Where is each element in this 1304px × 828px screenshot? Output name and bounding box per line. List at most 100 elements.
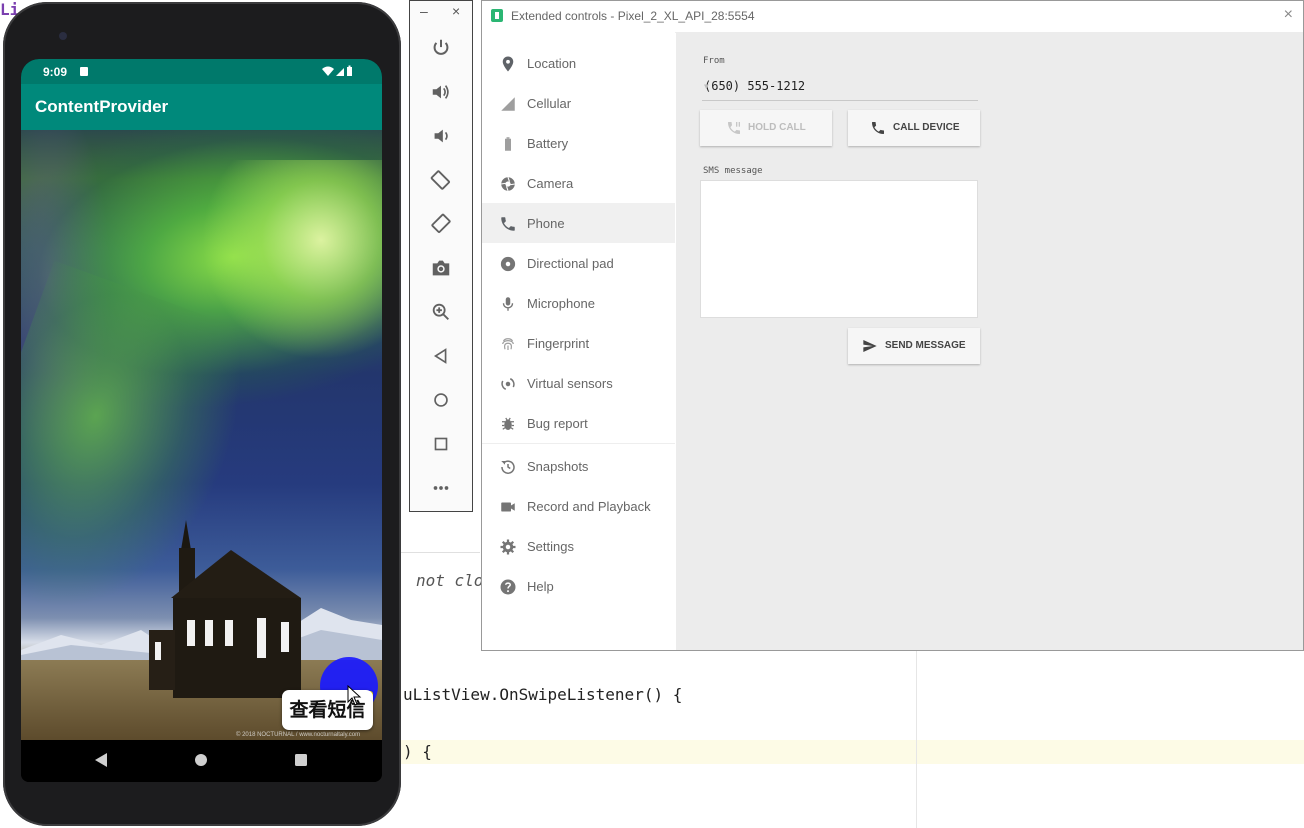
snapshots-icon bbox=[501, 460, 515, 474]
status-time: 9:09 bbox=[43, 65, 68, 79]
chevron-down-icon: ▼ bbox=[704, 82, 709, 91]
sidebar-item-label: Battery bbox=[527, 136, 569, 151]
sidebar-item-microphone[interactable]: Microphone bbox=[482, 283, 675, 323]
sidebar-item-label: Snapshots bbox=[527, 459, 589, 474]
call-device-label: CALL DEVICE bbox=[893, 122, 960, 133]
microphone-icon bbox=[502, 297, 514, 311]
ide-vertical-divider bbox=[916, 650, 917, 828]
sidebar-item-cellular[interactable]: Cellular bbox=[482, 83, 675, 123]
zoom-icon[interactable] bbox=[428, 299, 454, 325]
phone-icon bbox=[872, 122, 884, 134]
camera-icon[interactable] bbox=[428, 255, 454, 281]
send-message-button[interactable]: SEND MESSAGE bbox=[848, 328, 980, 364]
send-icon bbox=[863, 340, 877, 352]
status-bar: 9:09 bbox=[21, 59, 382, 84]
sidebar-item-label: Phone bbox=[527, 216, 565, 231]
ide-separator bbox=[400, 552, 480, 553]
bug-icon bbox=[502, 417, 514, 430]
window-title-bar: Extended controls - Pixel_2_XL_API_28:55… bbox=[482, 1, 1303, 33]
current-line-highlight bbox=[400, 740, 1304, 764]
sidebar-item-label: Record and Playback bbox=[527, 499, 651, 514]
sms-message-label: SMS message bbox=[703, 166, 763, 176]
back-icon[interactable] bbox=[428, 343, 454, 369]
phone-icon bbox=[501, 217, 515, 231]
dpad-icon bbox=[500, 256, 516, 272]
rotate-right-icon[interactable] bbox=[428, 211, 454, 237]
home-nav-icon[interactable] bbox=[191, 750, 211, 770]
overview-nav-icon[interactable] bbox=[291, 750, 311, 770]
window-title: Extended controls - Pixel_2_XL_API_28:55… bbox=[511, 9, 755, 23]
close-emulator-button[interactable]: × bbox=[452, 3, 460, 19]
phone-paused-icon bbox=[728, 122, 740, 134]
sidebar-item-directional-pad[interactable]: Directional pad bbox=[482, 243, 675, 283]
fingerprint-icon bbox=[502, 338, 514, 350]
sidebar-item-label: Help bbox=[527, 579, 554, 594]
phone-frame: 9:09 ContentProvider © 2018 NOCTURNAL / … bbox=[3, 2, 401, 826]
rotate-left-icon[interactable] bbox=[428, 167, 454, 193]
sidebar-item-battery[interactable]: Battery bbox=[482, 123, 675, 163]
call-device-button[interactable]: CALL DEVICE bbox=[848, 110, 980, 146]
app-title: ContentProvider bbox=[35, 97, 169, 116]
sd-card-icon bbox=[80, 67, 88, 76]
sidebar-item-label: Virtual sensors bbox=[527, 376, 613, 391]
sidebar-item-label: Bug report bbox=[527, 416, 588, 431]
code-line: uListView.OnSwipeListener() { bbox=[403, 685, 683, 704]
sidebar-item-label: Directional pad bbox=[527, 256, 614, 271]
sidebar-item-bug-report[interactable]: Bug report bbox=[482, 403, 675, 443]
volume-up-icon[interactable] bbox=[428, 79, 454, 105]
sidebar-item-label: Settings bbox=[527, 539, 574, 554]
sidebar-item-label: Location bbox=[527, 56, 577, 71]
battery-icon bbox=[505, 137, 511, 151]
emulator-toolbar: – × bbox=[409, 0, 473, 512]
minimize-button[interactable]: – bbox=[420, 3, 428, 19]
cellular-icon bbox=[501, 97, 515, 111]
phone-panel: From (650) 555-1212 ▼ HOLD CALL CALL DEV… bbox=[676, 32, 1303, 650]
sensors-icon bbox=[501, 378, 515, 390]
signal-wifi-battery-icon bbox=[322, 65, 362, 80]
power-icon[interactable] bbox=[428, 35, 454, 61]
sidebar-item-location[interactable]: Location bbox=[482, 43, 675, 83]
more-icon[interactable] bbox=[428, 475, 454, 501]
hold-call-button[interactable]: HOLD CALL bbox=[700, 110, 832, 146]
mouse-cursor-icon bbox=[347, 685, 362, 706]
photo-watermark: © 2018 NOCTURNAL / www.nocturnaltaly.com bbox=[236, 732, 361, 738]
sidebar-item-help[interactable]: Help bbox=[482, 566, 675, 606]
sidebar-item-fingerprint[interactable]: Fingerprint bbox=[482, 323, 675, 363]
code-comment: not clo bbox=[416, 571, 484, 590]
code-line: ) { bbox=[403, 742, 432, 761]
home-icon[interactable] bbox=[428, 387, 454, 413]
sidebar-item-virtual-sensors[interactable]: Virtual sensors bbox=[482, 363, 675, 403]
sidebar-item-camera[interactable]: Camera bbox=[482, 163, 675, 203]
from-label: From bbox=[703, 56, 725, 66]
sidebar-item-label: Cellular bbox=[527, 96, 572, 111]
sidebar-item-snapshots[interactable]: Snapshots bbox=[482, 446, 675, 486]
send-message-label: SEND MESSAGE bbox=[885, 340, 966, 351]
phone-screen[interactable]: 9:09 ContentProvider © 2018 NOCTURNAL / … bbox=[21, 59, 382, 782]
sidebar-item-settings[interactable]: Settings bbox=[482, 526, 675, 566]
record-icon bbox=[501, 502, 515, 512]
overview-icon[interactable] bbox=[428, 431, 454, 457]
emulator-app-icon bbox=[491, 9, 503, 22]
volume-down-icon[interactable] bbox=[428, 123, 454, 149]
sidebar-item-label: Microphone bbox=[527, 296, 595, 311]
location-icon bbox=[502, 56, 514, 72]
camera-icon bbox=[501, 177, 515, 191]
aurora-church-image: © 2018 NOCTURNAL / www.nocturnaltaly.com bbox=[21, 130, 382, 740]
extended-controls-window: Extended controls - Pixel_2_XL_API_28:55… bbox=[481, 0, 1304, 651]
extended-controls-sidebar: Location Cellular Battery Camera Phone D… bbox=[482, 32, 675, 650]
help-icon bbox=[500, 579, 516, 595]
front-camera bbox=[59, 32, 67, 40]
nav-bar bbox=[21, 740, 382, 782]
back-nav-icon[interactable] bbox=[91, 750, 111, 770]
sms-message-input[interactable] bbox=[700, 180, 978, 318]
sidebar-divider bbox=[482, 443, 675, 444]
sidebar-item-record-and-playback[interactable]: Record and Playback bbox=[482, 486, 675, 526]
sidebar-item-phone[interactable]: Phone bbox=[482, 203, 675, 243]
hold-call-label: HOLD CALL bbox=[748, 122, 806, 133]
close-window-button[interactable]: × bbox=[1284, 6, 1293, 24]
settings-icon bbox=[500, 539, 516, 555]
app-bar: ContentProvider bbox=[21, 84, 382, 130]
sidebar-item-label: Camera bbox=[527, 176, 574, 191]
from-number-field[interactable]: (650) 555-1212 ▼ bbox=[702, 76, 978, 101]
sidebar-item-label: Fingerprint bbox=[527, 336, 590, 351]
